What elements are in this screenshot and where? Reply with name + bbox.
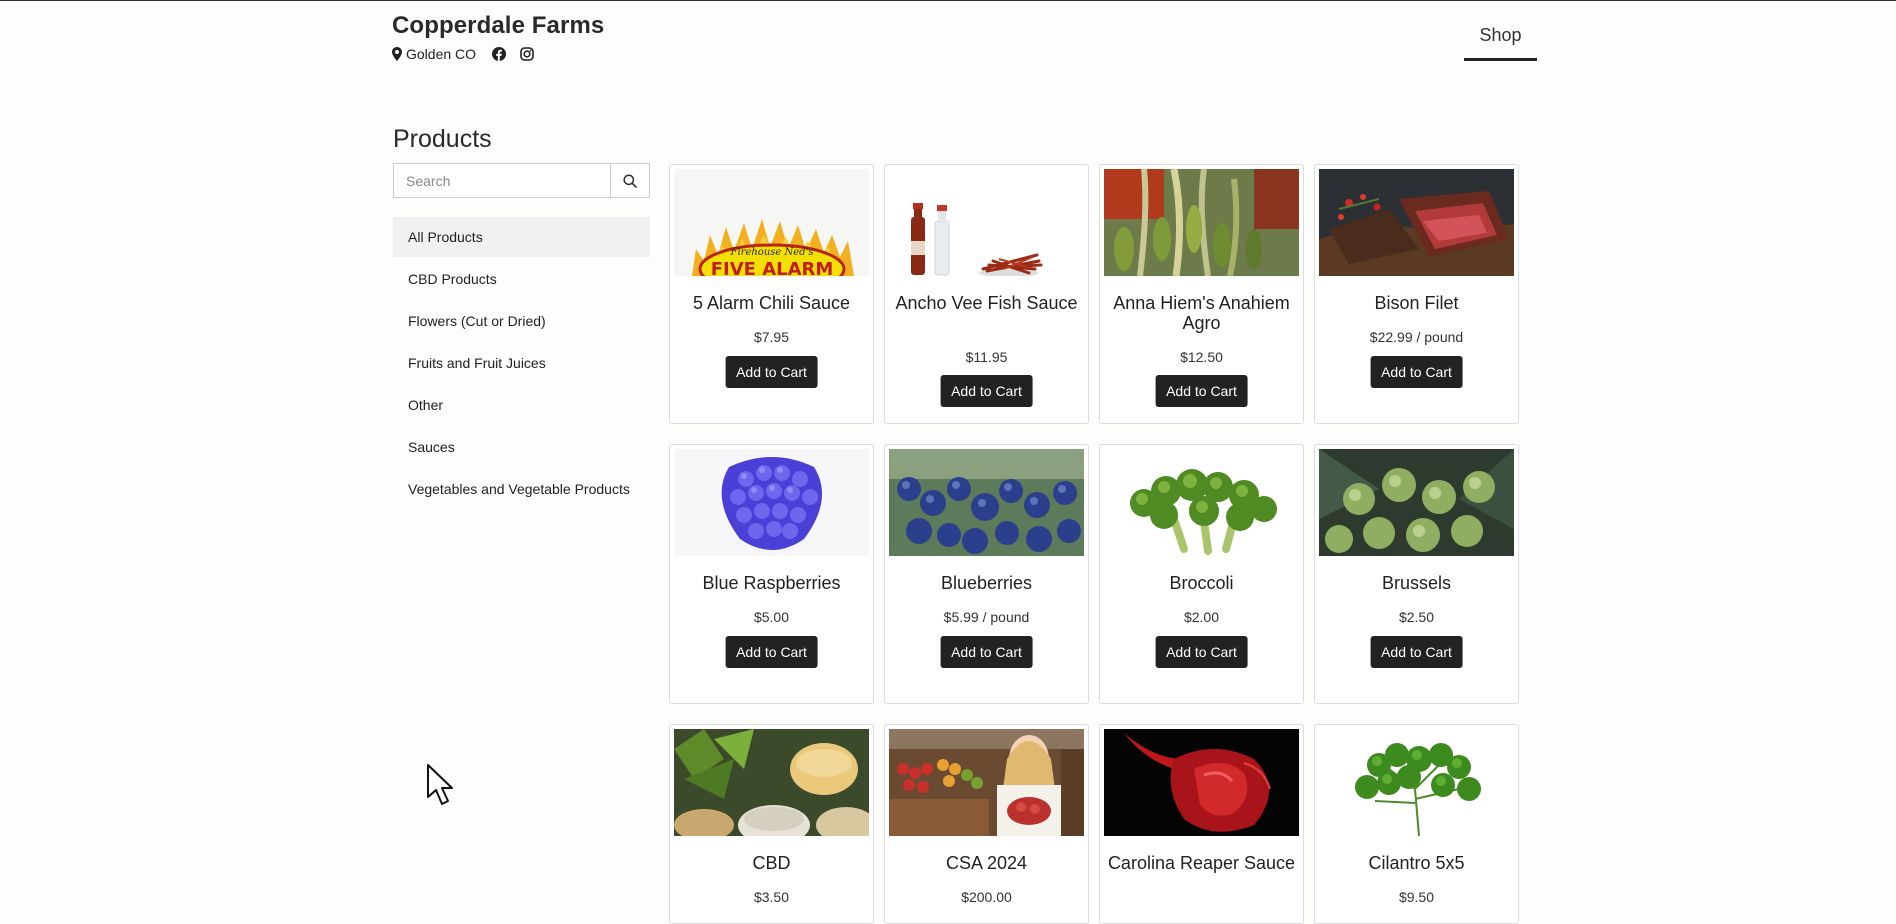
product-price: $12.50 (1180, 349, 1223, 365)
brand-block: Copperdale Farms Golden CO (392, 12, 604, 62)
product-name[interactable]: Brussels (1321, 573, 1512, 593)
location-text: Golden CO (406, 46, 477, 62)
product-card[interactable]: Brussels $2.50 Add to Cart (1314, 444, 1519, 704)
product-image[interactable] (889, 729, 1084, 836)
add-to-cart-button[interactable]: Add to Cart (1155, 375, 1248, 407)
product-name[interactable]: CSA 2024 (891, 853, 1082, 873)
product-card[interactable]: Blueberries $5.99 / pound Add to Cart (884, 444, 1089, 704)
brand-name[interactable]: Copperdale Farms (392, 12, 604, 40)
product-image[interactable] (1104, 449, 1299, 556)
page-title: Products (393, 125, 492, 153)
product-card[interactable]: Anna Hiem's Anahiem Agro $12.50 Add to C… (1099, 164, 1304, 424)
product-name[interactable]: Bison Filet (1321, 293, 1512, 313)
product-name[interactable]: Anna Hiem's Anahiem Agro (1106, 293, 1297, 333)
product-image[interactable] (1104, 729, 1299, 836)
add-to-cart-button[interactable]: Add to Cart (725, 356, 818, 388)
search-button[interactable] (610, 163, 650, 198)
product-image[interactable]: Firehouse Ned's FIVE ALARM (674, 169, 869, 276)
product-price: $2.00 (1183, 609, 1220, 625)
add-to-cart-button[interactable]: Add to Cart (1155, 636, 1248, 668)
nav-shop-link[interactable]: Shop (1464, 25, 1537, 61)
product-price: $22.99 / pound (1369, 329, 1464, 345)
map-pin-icon (392, 47, 402, 61)
add-to-cart-button[interactable]: Add to Cart (1370, 356, 1463, 388)
category-sauces[interactable]: Sauces (393, 427, 650, 467)
product-image[interactable] (674, 449, 869, 556)
add-to-cart-button[interactable]: Add to Cart (940, 375, 1033, 407)
product-price: $11.95 (965, 349, 1008, 365)
chili-logo-main-text: FIVE ALARM (711, 259, 834, 276)
product-image[interactable] (674, 729, 869, 836)
product-card[interactable]: Firehouse Ned's FIVE ALARM 5 Alarm Chili… (669, 164, 874, 424)
product-name[interactable]: Cilantro 5x5 (1321, 853, 1512, 873)
category-all-products[interactable]: All Products (393, 217, 650, 257)
product-price: $200.00 (961, 889, 1012, 905)
product-name[interactable]: 5 Alarm Chili Sauce (676, 293, 867, 313)
product-image[interactable] (1319, 729, 1514, 836)
product-price: $5.00 (753, 609, 790, 625)
product-image[interactable] (1319, 169, 1514, 276)
product-card[interactable]: Cilantro 5x5 $9.50 (1314, 724, 1519, 924)
product-card[interactable]: CBD $3.50 (669, 724, 874, 924)
search-bar (393, 163, 650, 198)
product-name[interactable]: Carolina Reaper Sauce (1106, 853, 1297, 873)
product-card[interactable]: Carolina Reaper Sauce (1099, 724, 1304, 924)
category-flowers[interactable]: Flowers (Cut or Dried) (393, 301, 650, 341)
facebook-icon[interactable] (492, 47, 507, 61)
category-vegetables[interactable]: Vegetables and Vegetable Products (393, 469, 650, 509)
category-cbd-products[interactable]: CBD Products (393, 259, 650, 299)
product-price: $5.99 / pound (943, 609, 1030, 625)
product-image[interactable] (889, 169, 1084, 276)
chili-logo-arc-text: Firehouse Ned's (730, 247, 814, 258)
product-name[interactable]: CBD (676, 853, 867, 873)
add-to-cart-button[interactable]: Add to Cart (1370, 636, 1463, 668)
search-input[interactable] (393, 163, 610, 198)
product-card[interactable]: Blue Raspberries $5.00 Add to Cart (669, 444, 874, 704)
product-card[interactable]: Ancho Vee Fish Sauce $11.95 Add to Cart (884, 164, 1089, 424)
add-to-cart-button[interactable]: Add to Cart (940, 636, 1033, 668)
add-to-cart-button[interactable]: Add to Cart (725, 636, 818, 668)
product-name[interactable]: Blue Raspberries (676, 573, 867, 593)
product-card[interactable]: Bison Filet $22.99 / pound Add to Cart (1314, 164, 1519, 424)
category-list: All Products CBD Products Flowers (Cut o… (393, 217, 650, 511)
product-name[interactable]: Ancho Vee Fish Sauce (891, 293, 1082, 313)
product-price: $3.50 (753, 889, 790, 905)
product-name[interactable]: Broccoli (1106, 573, 1297, 593)
product-card[interactable]: CSA 2024 $200.00 (884, 724, 1089, 924)
product-price: $7.95 (753, 329, 790, 345)
product-image[interactable] (1104, 169, 1299, 276)
product-image[interactable] (1319, 449, 1514, 556)
product-name[interactable]: Blueberries (891, 573, 1082, 593)
product-price: $2.50 (1398, 609, 1435, 625)
search-icon (623, 173, 637, 188)
category-fruits[interactable]: Fruits and Fruit Juices (393, 343, 650, 383)
mouse-pointer-icon (427, 764, 453, 805)
brand-meta: Golden CO (392, 46, 604, 62)
product-image[interactable] (889, 449, 1084, 556)
instagram-icon[interactable] (520, 47, 534, 61)
category-other[interactable]: Other (393, 385, 650, 425)
product-card[interactable]: Broccoli $2.00 Add to Cart (1099, 444, 1304, 704)
product-price: $9.50 (1398, 889, 1435, 905)
